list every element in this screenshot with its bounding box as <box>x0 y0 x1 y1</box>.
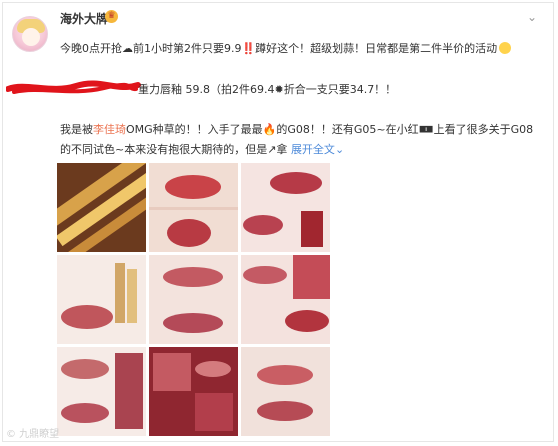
line4-pre: 的不同试色~本来没有抱很大期待的，但是↗拿 <box>60 143 288 156</box>
watermark: © 九鼎瞭望 <box>6 429 60 440</box>
post-text-line-1: 今晚0点开抢☁前1小时第2件只要9.9‼️蹲好这个！超级划蒜！日常都是第二件半价… <box>60 40 512 56</box>
grid-image-3[interactable] <box>241 163 330 252</box>
post-text-line-1-content: 今晚0点开抢☁前1小时第2件只要9.9‼️蹲好这个！超级划蒜！日常都是第二件半价… <box>60 42 498 55</box>
post-text-line-3: 我是被李佳琦OMG种草的！！入手了最最🔥的G08！！还有G05~在小红🀰上看了很… <box>60 121 533 137</box>
grid-image-2[interactable] <box>149 163 238 252</box>
post-text-line-4: 的不同试色~本来没有抱很大期待的，但是↗拿 展开全文⌄ <box>60 141 344 157</box>
grid-image-6[interactable] <box>241 255 330 344</box>
expand-chevron-icon[interactable]: ⌄ <box>335 143 344 156</box>
line3-pre: 我是被 <box>60 123 93 136</box>
avatar[interactable] <box>12 16 48 52</box>
chevron-down-icon[interactable]: ⌄ <box>527 10 537 24</box>
image-grid <box>57 163 330 439</box>
grid-image-8[interactable] <box>149 347 238 436</box>
grid-image-7[interactable] <box>57 347 146 436</box>
smile-icon <box>499 42 512 54</box>
mention-link[interactable]: 李佳琦 <box>93 123 126 136</box>
grid-image-5[interactable] <box>149 255 238 344</box>
redaction-scribble <box>6 80 141 94</box>
grid-image-4[interactable] <box>57 255 146 344</box>
post-text-line-2: 重力唇釉 59.8（拍2件69.4✹折合一支只要34.7！！ <box>138 83 397 96</box>
grid-image-1[interactable] <box>57 163 146 252</box>
grid-image-9[interactable] <box>241 347 330 436</box>
expand-full-text-link[interactable]: 展开全文 <box>291 143 335 156</box>
author-name[interactable]: 海外大牌 <box>60 10 108 27</box>
avatar-face <box>22 28 40 46</box>
line3-post: OMG种草的！！入手了最最🔥的G08！！还有G05~在小红🀰上看了很多关于G08 <box>126 123 534 136</box>
crown-icon: ♛ <box>105 10 118 23</box>
